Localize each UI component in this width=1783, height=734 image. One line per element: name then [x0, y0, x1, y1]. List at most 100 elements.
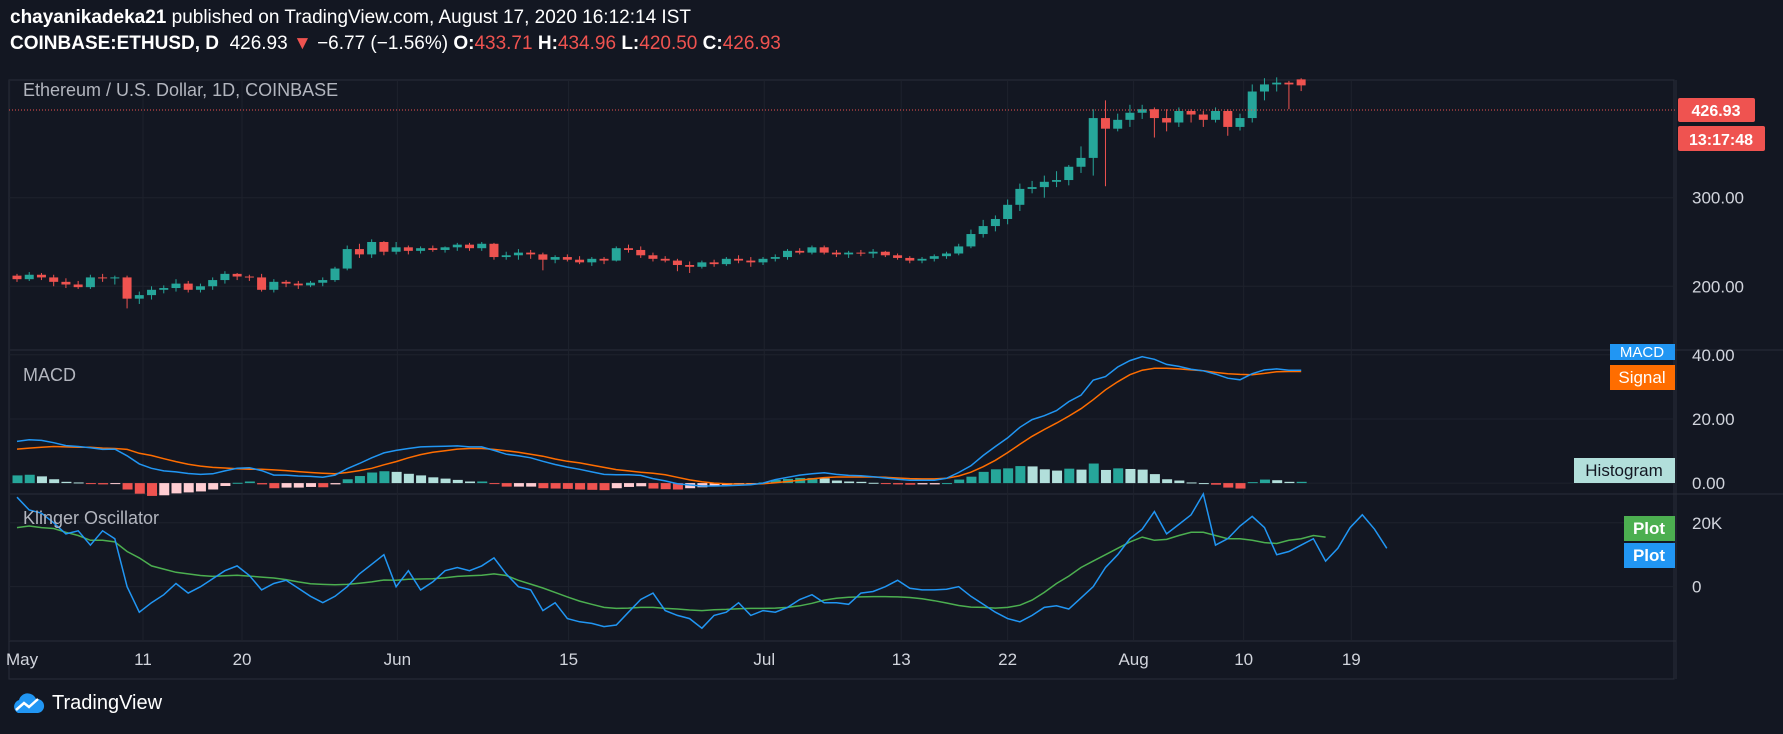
brand-name: TradingView: [52, 692, 163, 714]
candle-body: [171, 283, 181, 289]
candle-body: [110, 277, 120, 279]
histogram-bar: [575, 483, 586, 490]
klinger-plot-badge: Plot: [1624, 516, 1675, 541]
candle-body: [954, 246, 964, 254]
x-tick-label: 10: [1234, 650, 1253, 669]
candle-body: [85, 277, 95, 288]
candle-body: [183, 283, 193, 290]
candle-body: [672, 260, 682, 266]
countdown-label: 13:17:48: [1689, 132, 1753, 149]
macd-badge: MACD: [1610, 344, 1675, 361]
candle-body: [685, 265, 695, 267]
histogram-bar: [1064, 468, 1075, 484]
x-tick-label: 13: [892, 650, 911, 669]
histogram-bar: [1052, 470, 1063, 484]
histogram-bar: [318, 483, 329, 488]
candle-body: [147, 289, 157, 296]
candle-body: [306, 282, 316, 286]
candle-body: [501, 255, 511, 258]
candle-body: [391, 247, 401, 252]
y-axis: 200.00 300.00 0.00 20.00 40.00 0 20K: [1692, 189, 1744, 597]
histogram-bar: [330, 483, 341, 485]
candle-body: [1027, 187, 1037, 189]
histogram-bar: [465, 481, 476, 484]
histogram-bar: [49, 479, 60, 484]
candle-body: [1039, 181, 1049, 188]
y-tick-label: 0.00: [1692, 474, 1725, 493]
candle-body: [611, 248, 621, 261]
histogram-bar: [281, 483, 292, 488]
histogram-bar: [1223, 483, 1234, 488]
x-tick-label: 19: [1342, 650, 1361, 669]
candle-body: [709, 262, 719, 265]
x-tick-label: Jul: [753, 650, 775, 669]
candle-body: [330, 268, 340, 281]
histogram-bar: [122, 483, 133, 490]
candle-body: [587, 258, 597, 263]
candle-body: [1259, 84, 1269, 92]
candle-body: [1003, 204, 1013, 219]
candle-body: [1125, 112, 1135, 120]
candle-body: [856, 252, 866, 254]
candle-body: [73, 284, 83, 288]
candle-body: [1223, 110, 1233, 127]
histogram-bar: [134, 483, 145, 494]
histogram-bar: [391, 471, 402, 484]
candle-body: [990, 218, 1000, 227]
histogram-bar: [1039, 469, 1050, 484]
candle-body: [293, 283, 303, 286]
candle-body: [941, 253, 951, 257]
candle-body: [477, 243, 487, 249]
candle-body: [1198, 114, 1208, 120]
histogram-bar: [905, 483, 916, 485]
candle-body: [1272, 82, 1282, 85]
histogram-bar: [12, 475, 23, 484]
candle-body: [636, 249, 646, 256]
histogram-bar: [1125, 468, 1136, 484]
candle-body: [550, 257, 560, 260]
candle-body: [195, 286, 205, 290]
candle-body: [1162, 118, 1172, 123]
candle-body: [538, 254, 548, 260]
histogram-bar: [1174, 480, 1185, 484]
candle-body: [868, 251, 878, 254]
candle-body: [1076, 157, 1086, 167]
histogram-bar: [648, 483, 659, 489]
histogram-bar: [403, 473, 414, 484]
candle-body: [452, 244, 462, 248]
histogram-bar: [85, 483, 96, 485]
histogram-bar: [208, 483, 219, 490]
macd-pane-title: MACD: [23, 365, 76, 385]
tradingview-logo[interactable]: TradingView: [10, 692, 162, 715]
candle-body: [599, 258, 609, 261]
histogram-bar: [1003, 468, 1014, 484]
macd-pane: [12, 355, 1307, 496]
candle-body: [232, 273, 242, 277]
x-tick-label: 20: [233, 650, 252, 669]
price-badge-label: 426.93: [1692, 103, 1741, 120]
y-tick-label: 300.00: [1692, 189, 1744, 208]
candle-body: [416, 248, 426, 251]
chart-canvas[interactable]: May 11 20 Jun 15 Jul 13 22 Aug 10 19 200.00 300.00 0…: [0, 0, 1783, 734]
grid-lines: [9, 80, 1676, 641]
y-tick-label: 20.00: [1692, 410, 1735, 429]
histogram-bar: [1186, 482, 1197, 484]
histogram-bar: [966, 476, 977, 484]
signal-badge: Signal: [1610, 365, 1675, 390]
klinger-pane-title: Klinger Oscillator: [23, 508, 160, 528]
x-tick-label: May: [6, 650, 39, 669]
candle-body: [819, 247, 829, 253]
candle-body: [966, 234, 976, 247]
chart-frame: [8, 79, 1783, 680]
histogram-bar: [1088, 463, 1099, 484]
histogram-bar: [24, 474, 35, 484]
candle-body: [929, 256, 939, 259]
candle-body: [1174, 110, 1184, 123]
candle-body: [269, 281, 279, 290]
candle-body: [782, 250, 792, 258]
candle-body: [134, 295, 144, 299]
histogram-bar: [844, 481, 855, 484]
candle-body: [318, 280, 328, 283]
histogram-bar: [599, 483, 610, 491]
histogram-bar: [440, 478, 451, 484]
